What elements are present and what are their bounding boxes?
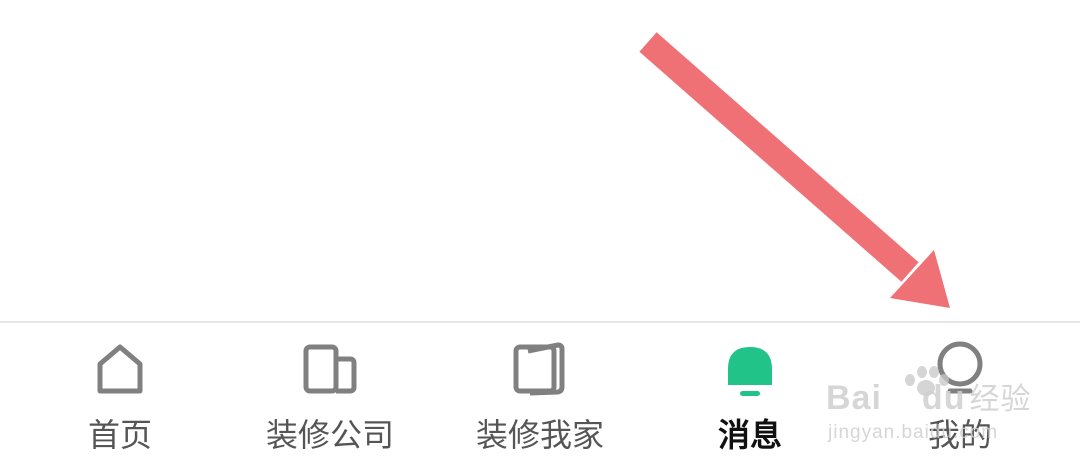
tab-profile-label: 我的	[927, 416, 992, 454]
tab-company[interactable]: 装修公司	[250, 323, 410, 471]
tab-messages-label: 消息	[717, 416, 782, 454]
book-icon	[508, 337, 572, 401]
home-icon	[88, 337, 152, 401]
tab-decorate-home[interactable]: 装修我家	[460, 323, 620, 471]
tab-home[interactable]: 首页	[40, 323, 200, 471]
bell-icon	[718, 337, 782, 401]
app-screen: 首页 装修公司 装修我家 消息 我的 Bai du 经验 jingyan.bai…	[0, 0, 1080, 471]
tab-company-label: 装修公司	[265, 416, 394, 454]
user-icon	[928, 337, 992, 401]
company-icon	[298, 337, 362, 401]
tab-decorate-home-label: 装修我家	[475, 416, 604, 454]
tab-messages[interactable]: 消息	[670, 323, 830, 471]
tab-profile[interactable]: 我的	[880, 323, 1040, 471]
bottom-tab-bar: 首页 装修公司 装修我家 消息 我的	[0, 321, 1080, 471]
tab-home-label: 首页	[87, 416, 152, 454]
blank-content-area	[0, 0, 1080, 321]
